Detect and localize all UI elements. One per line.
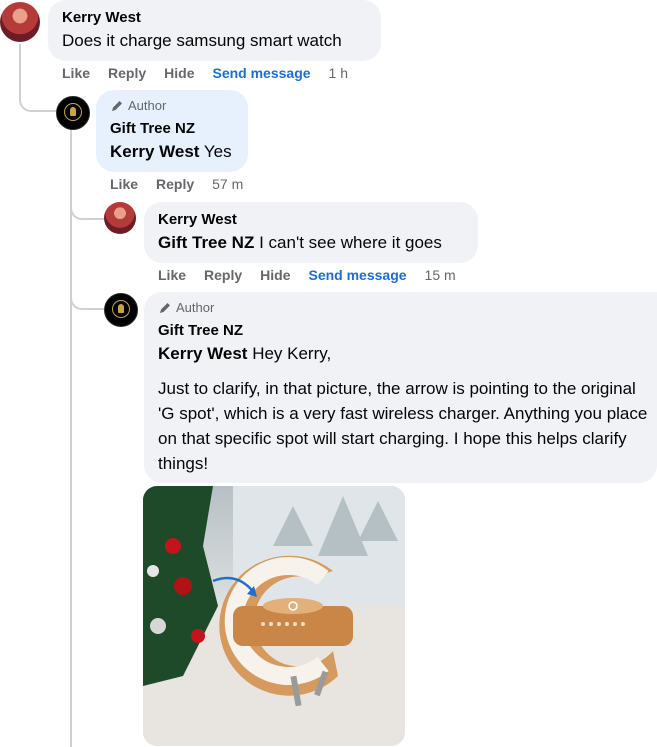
pencil-icon <box>110 99 124 113</box>
comment-text: Does it charge samsung smart watch <box>62 31 342 50</box>
timestamp[interactable]: 1 h <box>329 65 348 81</box>
author-badge: Author <box>158 300 643 315</box>
author-badge-label: Author <box>176 300 215 315</box>
gift-tree-logo-icon <box>112 300 130 318</box>
comment-author[interactable]: Kerry West <box>158 210 464 230</box>
author-badge-label: Author <box>128 98 167 113</box>
like-button[interactable]: Like <box>110 176 138 192</box>
comment-bubble: Kerry West Gift Tree NZ I can't see wher… <box>144 202 478 263</box>
like-button[interactable]: Like <box>158 267 186 283</box>
comment-attachment-image[interactable] <box>143 486 405 746</box>
comment-bubble: Author Gift Tree NZ Kerry West Hey Kerry… <box>144 292 657 483</box>
comment-bubble: Author Gift Tree NZ Kerry West Yes <box>96 90 248 172</box>
comment-text: Hey Kerry, <box>252 344 332 363</box>
timestamp[interactable]: 57 m <box>212 176 243 192</box>
comment-text: Yes <box>203 142 232 161</box>
send-message-button[interactable]: Send message <box>212 65 310 81</box>
comment-author[interactable]: Gift Tree NZ <box>110 119 234 139</box>
comment-bubble: Kerry West Does it charge samsung smart … <box>48 0 381 61</box>
hide-button[interactable]: Hide <box>260 267 290 283</box>
mention[interactable]: Gift Tree NZ <box>158 233 254 252</box>
thread-line-main <box>19 44 21 84</box>
comment-actions: Like Reply 57 m <box>110 176 243 192</box>
send-message-button[interactable]: Send message <box>308 267 406 283</box>
avatar[interactable] <box>104 293 138 327</box>
gift-tree-logo-icon <box>64 103 82 121</box>
like-button[interactable]: Like <box>62 65 90 81</box>
comment-author[interactable]: Gift Tree NZ <box>158 321 643 341</box>
avatar[interactable] <box>56 96 90 130</box>
thread-elbow-reply-3 <box>70 280 104 310</box>
author-badge: Author <box>110 98 234 113</box>
reply-button[interactable]: Reply <box>204 267 242 283</box>
reply-button[interactable]: Reply <box>108 65 146 81</box>
mention[interactable]: Kerry West <box>158 344 247 363</box>
comment-paragraph: Just to clarify, in that picture, the ar… <box>158 379 648 473</box>
thread-elbow-reply-1 <box>19 80 57 112</box>
thread-line-reply <box>70 128 72 747</box>
comment-actions: Like Reply Hide Send message 1 h <box>62 65 348 81</box>
timestamp[interactable]: 15 m <box>425 267 456 283</box>
pencil-icon <box>158 301 172 315</box>
avatar[interactable] <box>0 2 40 42</box>
hide-button[interactable]: Hide <box>164 65 194 81</box>
comment-author[interactable]: Kerry West <box>62 8 367 28</box>
comment-text: I can't see where it goes <box>259 233 442 252</box>
wireless-charger-photo <box>143 486 405 746</box>
thread-elbow-reply-2 <box>70 190 104 220</box>
mention[interactable]: Kerry West <box>110 142 199 161</box>
comment-actions: Like Reply Hide Send message 15 m <box>158 267 456 283</box>
avatar[interactable] <box>104 202 136 234</box>
reply-button[interactable]: Reply <box>156 176 194 192</box>
